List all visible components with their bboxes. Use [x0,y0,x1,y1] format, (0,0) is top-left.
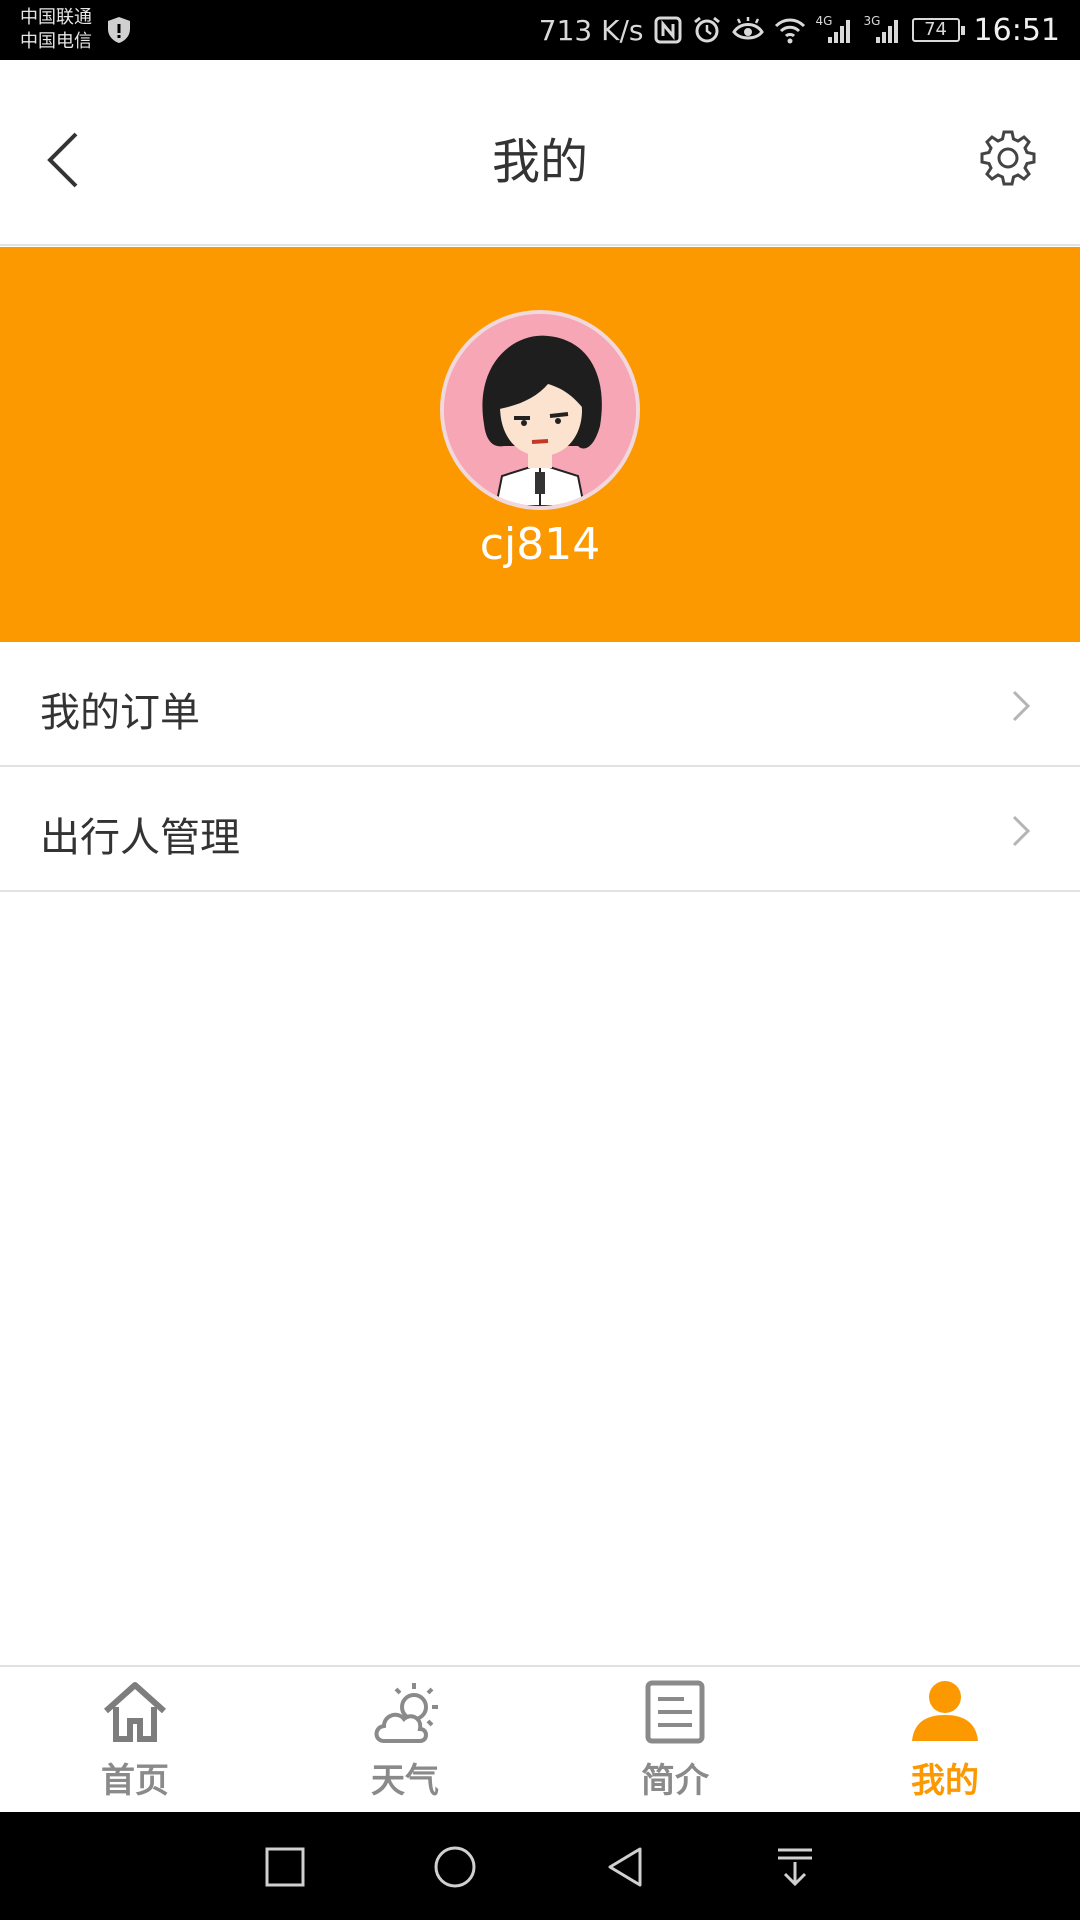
tab-label: 天气 [371,1761,439,1801]
menu-item-label: 我的订单 [40,690,200,736]
menu-item-traveler-management[interactable]: 出行人管理 [0,767,1080,892]
tab-mine[interactable]: 我的 [810,1667,1080,1814]
carrier-info: 中国联通 中国电信 [20,6,92,54]
weather-icon [374,1683,438,1743]
tab-intro[interactable]: 简介 [540,1667,810,1814]
alarm-icon [693,16,720,43]
status-bar: 中国联通 中国电信 713 K/s 4G 3G 74 16:51 [0,0,1080,60]
nfc-icon [654,16,682,44]
menu-list: 我的订单 出行人管理 [0,642,1080,892]
username[interactable]: cj814 [0,519,1080,570]
title-bar: 我的 [0,60,1080,246]
document-icon [645,1680,705,1744]
status-icons: 713 K/s 4G 3G 74 16:51 [539,0,1060,60]
page-title: 我的 [491,134,588,190]
carrier-2: 中国电信 [20,31,92,52]
battery-indicator: 74 [911,18,965,42]
tab-weather[interactable]: 天气 [270,1667,540,1814]
tab-home[interactable]: 首页 [0,1667,270,1814]
signal-4g-icon: 4G [816,15,854,45]
tab-label: 简介 [641,1761,709,1801]
profile-header: cj814 [0,247,1080,642]
bottom-tab-bar: 首页 天气 简介 我的 [0,1665,1080,1812]
network-speed: 713 K/s [538,13,644,47]
menu-item-label: 出行人管理 [40,815,240,861]
signal-3g-icon: 3G [864,15,902,45]
eye-comfort-icon [731,17,764,40]
back-triangle-icon[interactable] [602,1844,648,1890]
gear-icon[interactable] [978,128,1038,188]
home-circle-icon[interactable] [432,1844,478,1890]
person-icon [912,1681,978,1741]
shield-icon [108,17,130,43]
clock: 16:51 [973,12,1060,48]
notification-pull-icon[interactable] [772,1844,818,1890]
system-nav-bar [0,1812,1080,1920]
menu-item-my-orders[interactable]: 我的订单 [0,642,1080,767]
avatar[interactable] [440,310,640,510]
recents-square-icon[interactable] [262,1844,308,1890]
tab-label: 首页 [101,1761,169,1801]
chevron-right-icon [1012,690,1031,722]
avatar-illustration [444,314,636,506]
home-icon [103,1682,167,1742]
carrier-1: 中国联通 [20,7,92,28]
tab-label: 我的 [911,1761,979,1801]
chevron-right-icon [1012,815,1031,847]
wifi-icon [774,18,805,44]
